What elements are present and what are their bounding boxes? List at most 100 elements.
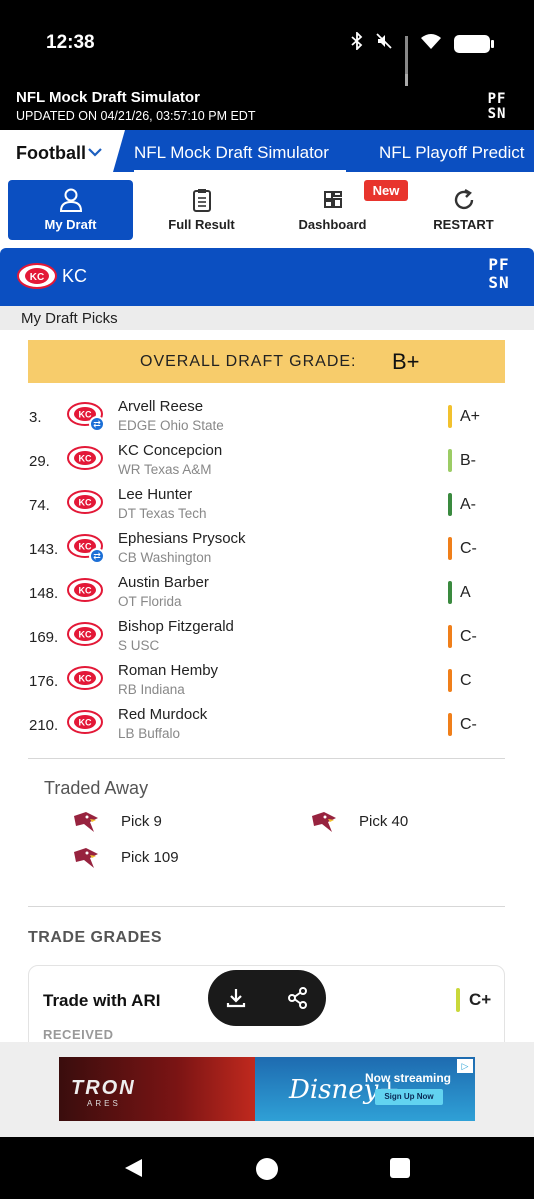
pick-grade: A- [460,496,476,513]
trade-title: Trade with ARI [43,991,161,1010]
svg-text:KC: KC [79,498,92,508]
player-position-school: DT Texas Tech [118,506,207,521]
restart-icon [454,188,473,210]
player-position-school: OT Florida [118,594,182,609]
grade-color-bar [448,449,452,472]
traded-pick-label: Pick 9 [121,813,162,830]
chiefs-logo-icon: KC [16,262,58,295]
svg-text:KC: KC [79,454,92,464]
cardinals-logo-icon [72,848,100,874]
pick-row[interactable]: 148. KC Austin Barber OT Florida A [0,574,534,618]
chevron-down-icon[interactable] [88,144,102,160]
signal-icon [405,35,408,90]
pfsn-logo: PF SN [482,256,516,292]
traded-away-title: Traded Away [44,778,149,798]
overall-grade-box: OVERALL DRAFT GRADE: B+ [28,340,505,383]
system-nav-bar [0,1137,534,1199]
nav-link-playoff[interactable]: NFL Playoff Predict [379,143,525,163]
chiefs-logo-icon: KC [66,489,104,520]
user-icon [59,188,82,212]
ad-banner[interactable]: TRON ARES Disney+ Now streaming Sign Up … [59,1057,475,1121]
active-nav-indicator [134,170,346,174]
tab-label: Full Result [168,217,235,232]
player-name: Roman Hemby [118,662,219,679]
svg-text:KC: KC [79,630,92,640]
pick-number: 29. [29,453,50,470]
player-position-school: RB Indiana [118,682,185,697]
app-header: NFL Mock Draft Simulator UPDATED ON 04/2… [0,86,534,130]
player-name: KC Concepcion [118,442,223,459]
chiefs-logo-icon: KC [66,445,104,476]
ad-signup-button[interactable]: Sign Up Now [375,1089,443,1105]
player-name: Austin Barber [118,574,209,591]
pick-number: 169. [29,629,59,646]
tab-bar: My Draft Full Result Dashboard RESTART [0,176,534,244]
ad-choices-icon[interactable]: ▷ [457,1059,473,1073]
player-position-school: LB Buffalo [118,726,181,741]
trade-grade-bar [456,988,460,1012]
clipboard-icon [192,189,211,212]
grade-color-bar [448,713,452,736]
grade-color-bar [448,581,452,604]
chiefs-logo-icon: KC [66,665,104,696]
player-name: Arvell Reese [118,398,204,415]
download-icon[interactable] [222,984,250,1012]
chiefs-logo-icon: KC [66,621,104,652]
traded-pick-icon: ⇄ [89,416,105,432]
pick-row[interactable]: 3. KC ⇄ Arvell Reese EDGE Ohio State A+ [0,398,534,442]
pick-number: 210. [29,717,59,734]
sport-selector[interactable]: Football [16,143,86,164]
traded-pick-label: Pick 40 [359,813,409,830]
pick-row[interactable]: 176. KC Roman Hemby RB Indiana C [0,662,534,706]
ad-tron-text: TRON [71,1077,136,1099]
tab-label: RESTART [433,217,494,232]
wifi-icon [420,33,442,55]
player-name: Red Murdock [118,706,208,723]
pick-grade: C- [460,716,477,733]
tab-full-result[interactable]: Full Result [139,180,264,240]
home-icon[interactable] [255,1157,279,1186]
pick-number: 143. [29,541,59,558]
mute-icon [375,32,393,55]
player-position-school: EDGE Ohio State [118,418,224,433]
dashboard-icon [323,191,342,208]
player-name: Bishop Fitzgerald [118,618,234,635]
back-icon[interactable] [122,1157,144,1184]
player-position-school: WR Texas A&M [118,462,212,477]
svg-text:KC: KC [30,272,44,283]
floating-action-bar [208,970,326,1026]
pick-row[interactable]: 210. KC Red Murdock LB Buffalo C- [0,706,534,750]
pick-grade: C- [460,628,477,645]
logo-top-text: PF [488,255,510,274]
pick-row[interactable]: 143. KC ⇄ Ephesians Prysock CB Washington C- [0,530,534,574]
tab-restart[interactable]: RESTART [401,180,526,240]
pfsn-logo[interactable]: PF SN [482,92,512,126]
pick-grade: C [460,672,472,689]
divider [28,906,505,907]
pick-number: 148. [29,585,59,602]
tab-label: My Draft [44,217,97,232]
pick-row[interactable]: 169. KC Bishop Fitzgerald S USC C- [0,618,534,662]
share-icon[interactable] [284,984,312,1012]
logo-top-text: PF [487,91,507,107]
status-icons [351,30,494,90]
traded-pick-icon: ⇄ [89,548,105,564]
pick-row[interactable]: 74. KC Lee Hunter DT Texas Tech A- [0,486,534,530]
grade-value: B+ [392,349,420,374]
battery-icon [454,34,494,53]
section-header: My Draft Picks [0,306,534,330]
logo-bottom-text: SN [487,106,507,122]
pick-number: 74. [29,497,50,514]
team-header: KC KC PF SN [0,248,534,306]
ad-left-panel: TRON ARES [59,1057,255,1121]
updated-timestamp: UPDATED ON 04/21/26, 03:57:10 PM EDT [16,109,256,123]
tab-my-draft[interactable]: My Draft [8,180,133,240]
pick-grade: A [460,584,471,601]
pick-row[interactable]: 29. KC KC Concepcion WR Texas A&M B- [0,442,534,486]
nav-link-mock-draft[interactable]: NFL Mock Draft Simulator [134,143,329,163]
recents-icon[interactable] [389,1157,411,1184]
grade-color-bar [448,625,452,648]
status-bar: 12:38 [0,0,534,90]
new-badge: New [364,180,408,201]
traded-pick-label: Pick 109 [121,849,179,866]
